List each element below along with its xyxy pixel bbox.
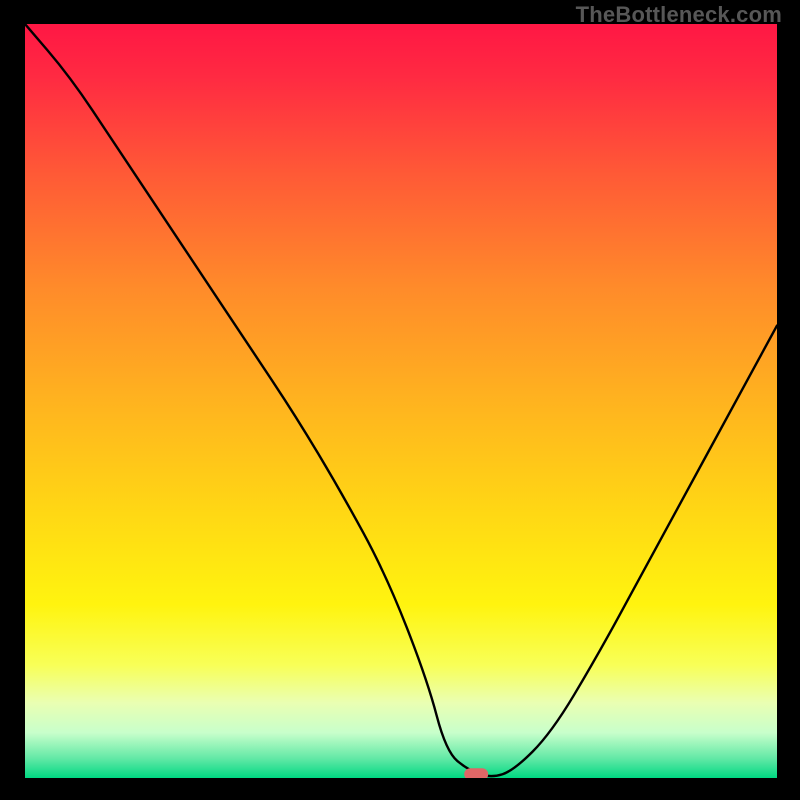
plot-background	[25, 24, 777, 778]
bottleneck-chart	[25, 24, 777, 778]
sweet-spot-marker	[464, 768, 488, 778]
chart-frame: TheBottleneck.com	[0, 0, 800, 800]
